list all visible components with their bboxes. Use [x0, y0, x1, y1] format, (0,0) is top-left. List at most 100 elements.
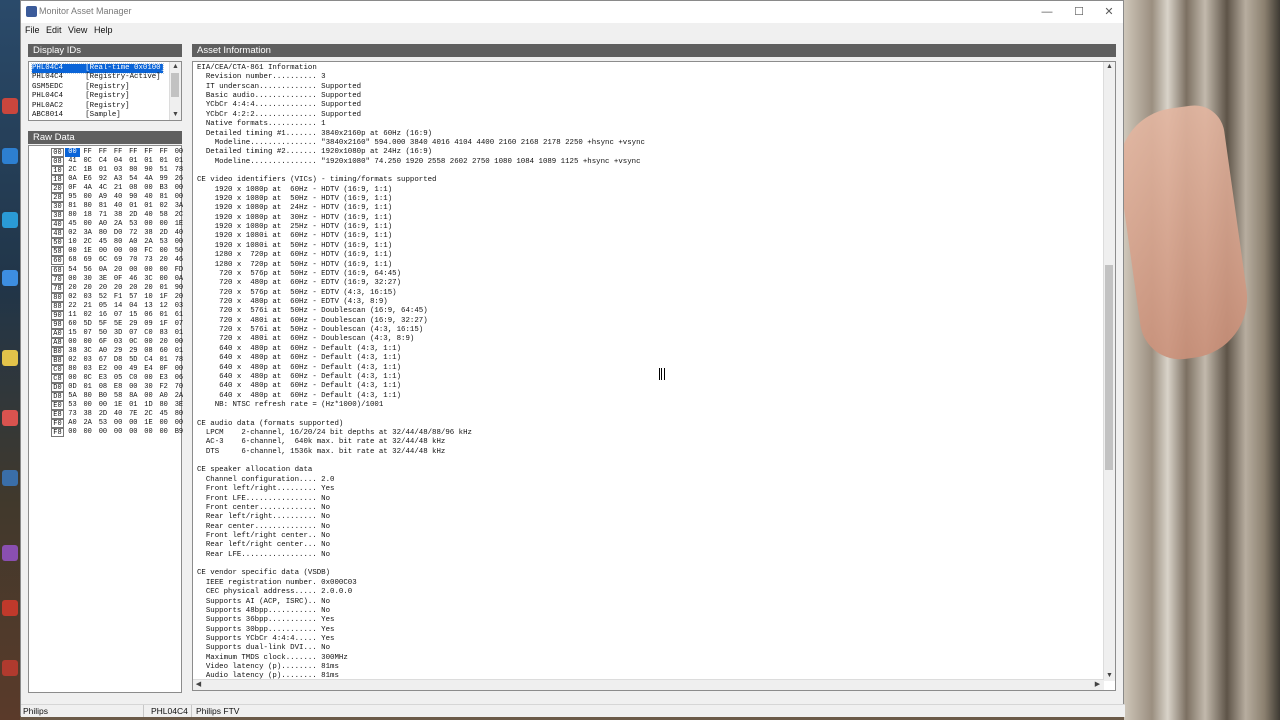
- raw-data-byte[interactable]: 16: [95, 311, 110, 320]
- raw-data-byte[interactable]: 8A: [126, 392, 141, 401]
- raw-data-byte[interactable]: D8: [111, 356, 126, 365]
- raw-data-byte[interactable]: 90: [126, 193, 141, 202]
- raw-data-byte[interactable]: 08: [126, 184, 141, 193]
- raw-data-byte[interactable]: 20: [111, 284, 126, 293]
- raw-data-byte[interactable]: 12: [156, 302, 171, 311]
- raw-data-byte[interactable]: 07: [126, 329, 141, 338]
- display-id-item[interactable]: PHL04C4 [Registry-Active]: [32, 73, 161, 82]
- raw-data-byte[interactable]: 70: [171, 383, 186, 392]
- raw-data-byte[interactable]: 00: [126, 428, 141, 437]
- raw-data-byte[interactable]: 00: [80, 401, 95, 410]
- raw-data-byte[interactable]: 80: [80, 202, 95, 211]
- raw-data-byte[interactable]: 80: [65, 211, 80, 220]
- raw-data-byte[interactable]: FF: [126, 148, 141, 157]
- raw-data-byte[interactable]: 1D: [141, 401, 156, 410]
- scroll-up-arrow-icon[interactable]: ▲: [1104, 62, 1115, 72]
- raw-data-byte[interactable]: 60: [65, 320, 80, 329]
- raw-data-byte[interactable]: E2: [95, 365, 110, 374]
- raw-data-byte[interactable]: 80: [80, 392, 95, 401]
- raw-data-byte[interactable]: 95: [65, 193, 80, 202]
- raw-data-byte[interactable]: 22: [65, 302, 80, 311]
- raw-data-byte[interactable]: 58: [156, 211, 171, 220]
- raw-data-byte[interactable]: 73: [65, 410, 80, 419]
- raw-data-byte[interactable]: 00: [171, 338, 186, 347]
- raw-data-byte[interactable]: 00: [126, 266, 141, 275]
- raw-data-byte[interactable]: 0F: [65, 184, 80, 193]
- raw-data-byte[interactable]: E6: [80, 175, 95, 184]
- raw-data-byte[interactable]: 14: [111, 302, 126, 311]
- raw-data-byte[interactable]: 01: [156, 356, 171, 365]
- raw-data-byte[interactable]: 72: [126, 229, 141, 238]
- raw-data-byte[interactable]: FD: [171, 266, 186, 275]
- raw-data-byte[interactable]: 0F: [156, 365, 171, 374]
- raw-data-byte[interactable]: 20: [111, 266, 126, 275]
- raw-data-byte[interactable]: 00: [171, 148, 186, 157]
- raw-data-byte[interactable]: 00: [141, 392, 156, 401]
- raw-data-byte[interactable]: 2C: [80, 238, 95, 247]
- desktop-icon[interactable]: [2, 350, 18, 366]
- raw-data-byte[interactable]: 00: [65, 374, 80, 383]
- raw-data-byte[interactable]: F2: [156, 383, 171, 392]
- raw-data-byte[interactable]: FF: [111, 148, 126, 157]
- raw-data-byte[interactable]: 10: [65, 238, 80, 247]
- raw-data-byte[interactable]: 00: [80, 338, 95, 347]
- raw-data-byte[interactable]: 0A: [65, 175, 80, 184]
- scroll-down-arrow-icon[interactable]: ▼: [170, 110, 181, 120]
- raw-data-byte[interactable]: 81: [95, 202, 110, 211]
- raw-data-byte[interactable]: 00: [126, 247, 141, 256]
- menu-view[interactable]: View: [68, 25, 87, 35]
- raw-data-byte[interactable]: 07: [111, 311, 126, 320]
- maximize-button[interactable]: ☐: [1063, 1, 1095, 23]
- raw-data-byte[interactable]: E8: [111, 383, 126, 392]
- raw-data-byte[interactable]: A0: [65, 419, 80, 428]
- raw-data-byte[interactable]: 00: [95, 401, 110, 410]
- raw-data-byte[interactable]: 5F: [95, 320, 110, 329]
- raw-data-byte[interactable]: 73: [141, 256, 156, 265]
- raw-data-byte[interactable]: 3D: [111, 329, 126, 338]
- raw-data-byte[interactable]: 90: [171, 284, 186, 293]
- raw-data-byte[interactable]: B3: [156, 184, 171, 193]
- raw-data-byte[interactable]: C0: [141, 329, 156, 338]
- raw-data-byte[interactable]: 00: [171, 238, 186, 247]
- raw-data-byte[interactable]: 06: [171, 374, 186, 383]
- raw-data-byte[interactable]: A0: [156, 392, 171, 401]
- raw-data-byte[interactable]: 78: [171, 356, 186, 365]
- raw-data-byte[interactable]: 41: [65, 157, 80, 166]
- raw-data-byte[interactable]: 00: [171, 184, 186, 193]
- raw-data-byte[interactable]: 01: [141, 202, 156, 211]
- raw-data-byte[interactable]: 0A: [95, 266, 110, 275]
- raw-data-byte[interactable]: 2D: [95, 410, 110, 419]
- raw-data-byte[interactable]: 20: [65, 284, 80, 293]
- raw-data-byte[interactable]: 01: [171, 329, 186, 338]
- raw-data-byte[interactable]: 01: [156, 311, 171, 320]
- raw-data-byte[interactable]: 45: [65, 220, 80, 229]
- raw-data-byte[interactable]: 68: [65, 256, 80, 265]
- raw-data-byte[interactable]: 38: [65, 347, 80, 356]
- raw-data-byte[interactable]: 38: [141, 229, 156, 238]
- raw-data-byte[interactable]: 2A: [111, 220, 126, 229]
- raw-data-byte[interactable]: 46: [126, 275, 141, 284]
- raw-data-byte[interactable]: A0: [126, 238, 141, 247]
- raw-data-byte[interactable]: FF: [141, 148, 156, 157]
- raw-data-byte[interactable]: 01: [156, 284, 171, 293]
- raw-data-byte[interactable]: 2A: [80, 419, 95, 428]
- raw-data-byte[interactable]: FC: [141, 247, 156, 256]
- raw-data-byte[interactable]: 5E: [111, 320, 126, 329]
- raw-data-byte[interactable]: 00: [171, 419, 186, 428]
- raw-data-byte[interactable]: 40: [111, 202, 126, 211]
- raw-data-byte[interactable]: 20: [95, 284, 110, 293]
- raw-data-byte[interactable]: C0: [126, 374, 141, 383]
- raw-data-byte[interactable]: FF: [95, 148, 110, 157]
- raw-data-byte[interactable]: 20: [156, 338, 171, 347]
- raw-data-byte[interactable]: 40: [141, 211, 156, 220]
- raw-data-byte[interactable]: 80: [156, 401, 171, 410]
- raw-data-byte[interactable]: 4A: [80, 184, 95, 193]
- raw-data-byte[interactable]: 00: [95, 428, 110, 437]
- raw-data-byte[interactable]: 71: [95, 211, 110, 220]
- raw-data-byte[interactable]: 51: [156, 166, 171, 175]
- scroll-right-arrow-icon[interactable]: ▶: [1092, 680, 1103, 690]
- raw-data-byte[interactable]: 10: [141, 293, 156, 302]
- display-id-item[interactable]: ABC8014 [Sample]: [32, 111, 121, 120]
- raw-data-byte[interactable]: 53: [126, 220, 141, 229]
- raw-data-byte[interactable]: 00: [156, 220, 171, 229]
